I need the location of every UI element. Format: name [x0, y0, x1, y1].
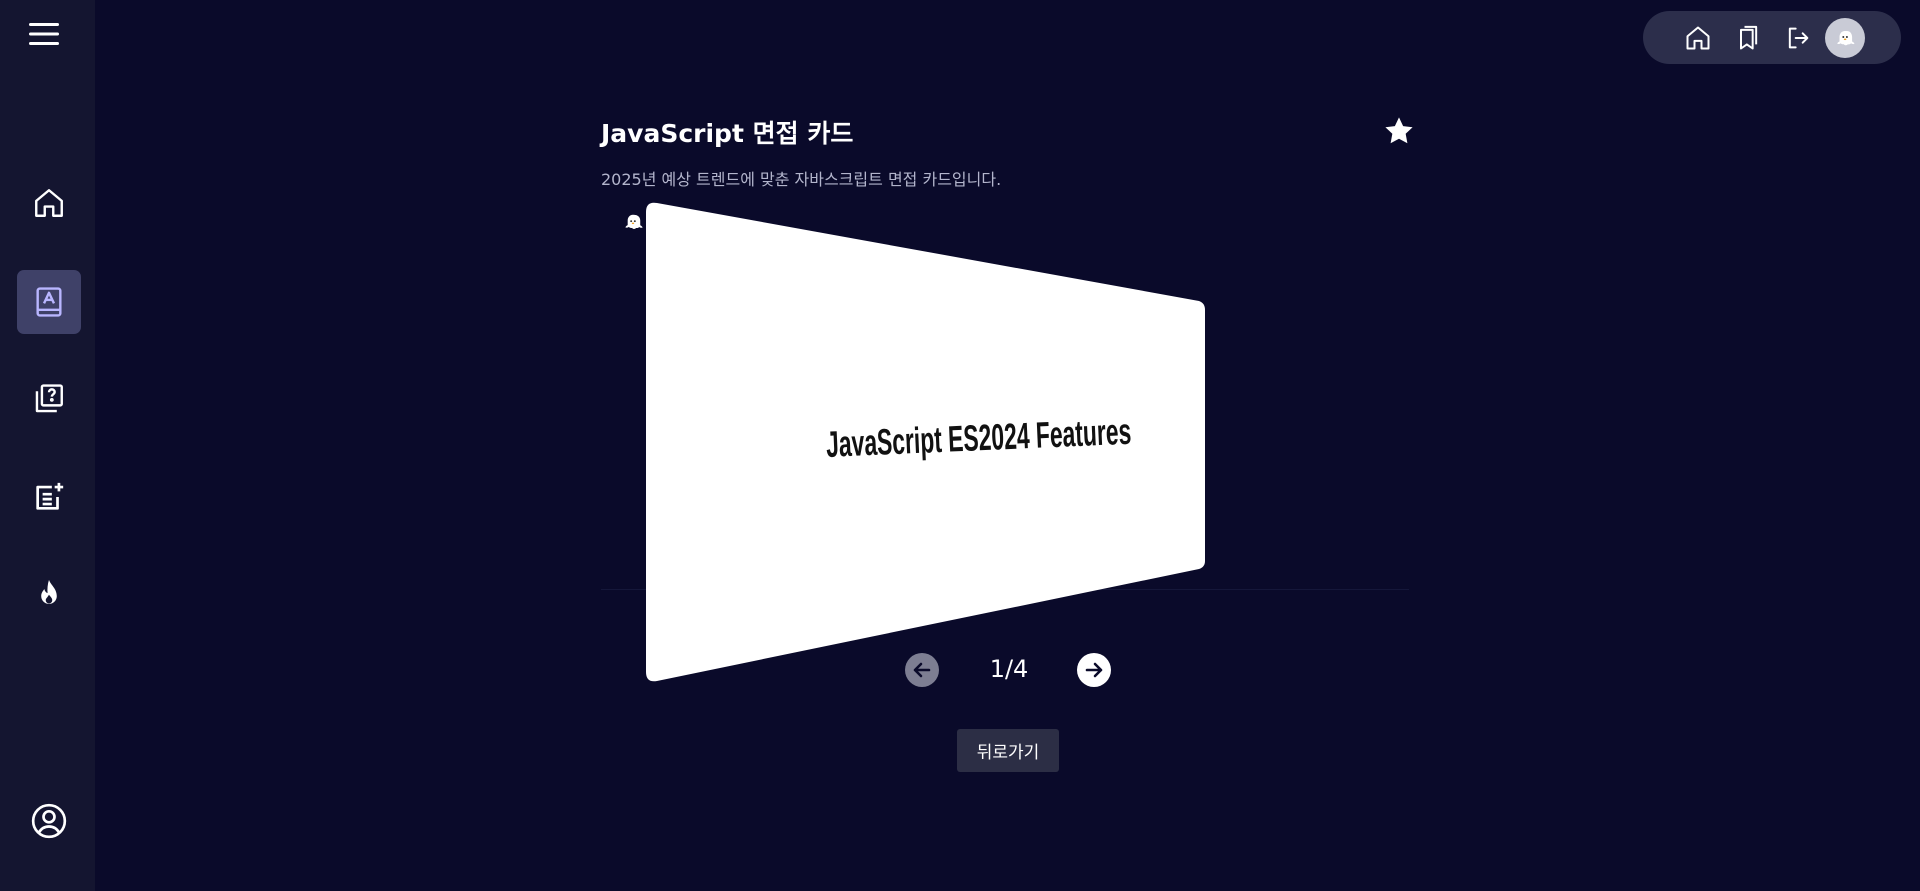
- logout-icon: [1788, 27, 1809, 48]
- deck-title: JavaScript 면접 카드: [601, 119, 854, 148]
- top-bookmarks-button[interactable]: [1723, 18, 1773, 58]
- fire-icon: [41, 579, 57, 604]
- sidebar-item-quiz-library[interactable]: [17, 367, 81, 431]
- previous-card-button[interactable]: [905, 653, 939, 687]
- hamburger-menu-button[interactable]: [24, 16, 64, 52]
- sidebar-item-popular[interactable]: [17, 562, 81, 626]
- flashcard[interactable]: JavaScript ES2024 Features: [640, 198, 1210, 684]
- next-card-button[interactable]: [1077, 653, 1111, 687]
- deck-description: 2025년 예상 트렌드에 맞춘 자바스크립트 면접 카드입니다.: [601, 170, 1002, 189]
- top-logout-button[interactable]: [1773, 18, 1823, 58]
- favorite-button[interactable]: [1380, 112, 1418, 150]
- sidebar-item-home[interactable]: [17, 171, 81, 235]
- sidebar-item-create-note[interactable]: [17, 465, 81, 529]
- user-avatar[interactable]: [1825, 17, 1865, 58]
- arrow-left-icon: [913, 662, 931, 678]
- back-button[interactable]: 뒤로가기: [957, 729, 1059, 772]
- top-home-button[interactable]: [1673, 18, 1723, 58]
- hamburger-menu-icon: [29, 23, 59, 45]
- top-action-bar: [1643, 11, 1901, 64]
- user-circle-icon: [31, 803, 67, 839]
- arrow-right-icon: [1085, 662, 1103, 678]
- bookmarks-icon: [1740, 25, 1758, 49]
- study-book-icon: [36, 287, 62, 317]
- page-indicator: 1/4: [989, 655, 1029, 683]
- home-icon: [1686, 26, 1710, 49]
- sidebar-item-profile[interactable]: [17, 789, 81, 853]
- star-icon: [1385, 117, 1413, 144]
- ghost-avatar-icon: [1837, 30, 1855, 45]
- home-icon: [35, 189, 63, 217]
- create-note-icon: [36, 482, 64, 510]
- quiz-library-icon: [35, 384, 63, 413]
- sidebar: [0, 0, 95, 891]
- sidebar-item-study[interactable]: [17, 270, 81, 334]
